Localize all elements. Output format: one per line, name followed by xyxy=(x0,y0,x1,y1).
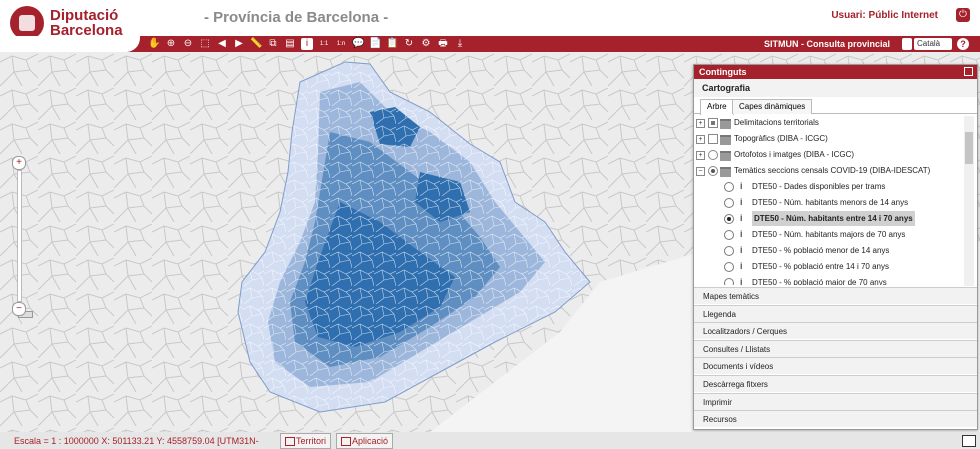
layers-icon[interactable]: ▤ xyxy=(284,38,296,50)
map-tools: ✋ ⊕ ⊖ ⬚ ◀ ▶ 📏 ⧉ ▤ i 1:1 1:n 💬 📄 📋 ↻ ⚙ 🖶 ⤓ xyxy=(148,38,466,50)
accordion-imprimir[interactable]: Imprimir xyxy=(694,392,977,410)
window-icon[interactable] xyxy=(962,435,976,447)
help-icon[interactable]: ? xyxy=(957,38,969,50)
zoom-box-icon[interactable]: ⬚ xyxy=(199,38,211,50)
tab-bar: Arbre Capes dinàmiques xyxy=(694,97,977,115)
group-checkbox[interactable] xyxy=(708,118,718,128)
folder-icon xyxy=(720,167,731,177)
folder-icon xyxy=(720,119,731,129)
language-select[interactable]: Català xyxy=(914,38,952,50)
header: Diputació Barcelona - Província de Barce… xyxy=(0,0,980,40)
section-title: Cartografia xyxy=(694,79,977,97)
expander-icon[interactable]: − xyxy=(696,167,705,176)
tree-group-label: Temàtics seccions censals COVID-19 (DIBA… xyxy=(734,166,931,175)
zoom-slider[interactable] xyxy=(17,170,33,318)
power-icon[interactable]: ⏻ xyxy=(956,8,970,22)
layer-radio[interactable] xyxy=(724,230,734,240)
zoom-in-button[interactable]: + xyxy=(12,156,26,170)
panel-header: Continguts xyxy=(694,65,977,79)
layer-radio[interactable] xyxy=(724,214,734,224)
folder-icon xyxy=(720,151,731,161)
settings-icon[interactable]: ⚙ xyxy=(420,38,432,50)
scale-n-icon[interactable]: 1:n xyxy=(335,38,347,50)
aplicacio-button[interactable]: Aplicació xyxy=(336,433,394,449)
app-name: SITMUN - Consulta provincial xyxy=(764,39,891,49)
layer-info-icon[interactable]: i xyxy=(740,243,743,258)
language-icon xyxy=(902,38,912,50)
contents-panel: Continguts Cartografia Arbre Capes dinàm… xyxy=(693,64,978,430)
zoom-out-icon[interactable]: ⊖ xyxy=(182,38,194,50)
layer-radio[interactable] xyxy=(724,182,734,192)
brand-line-1: Diputació xyxy=(50,7,119,24)
diputacio-logo[interactable] xyxy=(10,6,44,40)
layer-info-icon[interactable]: i xyxy=(740,259,743,274)
toolbar-left-curve xyxy=(0,36,140,52)
territori-button[interactable]: Territori xyxy=(280,433,332,449)
measure-ruler-icon[interactable]: 📏 xyxy=(250,38,262,50)
print-icon[interactable]: 🖶 xyxy=(437,38,449,50)
layer-radio[interactable] xyxy=(724,262,734,272)
zoom-next-icon[interactable]: ▶ xyxy=(233,38,245,50)
zoom-in-icon[interactable]: ⊕ xyxy=(165,38,177,50)
zoom-out-button[interactable]: − xyxy=(12,302,26,316)
layer-label: DTE50 - Dades disponibles per trams xyxy=(752,182,886,191)
layer-label: DTE50 - % població major de 70 anys xyxy=(752,278,887,285)
accordion-desc-rrega-fitxers[interactable]: Descàrrega fitxers xyxy=(694,375,977,392)
expander-icon[interactable]: + xyxy=(696,151,705,160)
layer-radio[interactable] xyxy=(724,198,734,208)
pan-hand-icon[interactable]: ✋ xyxy=(148,38,160,50)
accordion-localitzadors-cerques[interactable]: Localitzadors / Cerques xyxy=(694,322,977,340)
toolbar: ✋ ⊕ ⊖ ⬚ ◀ ▶ 📏 ⧉ ▤ i 1:1 1:n 💬 📄 📋 ↻ ⚙ 🖶 ⤓ SITMUN - Consult… xyxy=(0,36,980,52)
layer-label: DTE50 - Núm. habitants majors de 70 anys xyxy=(752,230,906,239)
group-checkbox[interactable] xyxy=(708,134,718,144)
panel-title: Continguts xyxy=(699,67,747,77)
info-icon[interactable]: i xyxy=(301,38,313,50)
layer-info-icon[interactable]: i xyxy=(740,211,743,226)
layer-label: DTE50 - Núm. habitants menors de 14 anys xyxy=(752,198,909,207)
scale-1-1-icon[interactable]: 1:1 xyxy=(318,38,330,50)
tree-scrollbar[interactable] xyxy=(964,116,974,286)
group-radio[interactable] xyxy=(708,166,718,176)
copy-icon[interactable]: ⧉ xyxy=(267,38,279,50)
folder-icon xyxy=(720,135,731,145)
layer-info-icon[interactable]: i xyxy=(740,227,743,242)
group-radio[interactable] xyxy=(708,150,718,160)
zoom-prev-icon[interactable]: ◀ xyxy=(216,38,228,50)
export-icon[interactable]: 📋 xyxy=(386,38,398,50)
accordion-documents-i-v-deos[interactable]: Documents i vídeos xyxy=(694,357,977,375)
user-label: Usuari: Públic Internet xyxy=(831,10,938,21)
scale-coordinates: Escala = 1 : 1000000 X: 501133.21 Y: 455… xyxy=(14,436,259,446)
layer-info-icon[interactable]: i xyxy=(740,195,743,210)
minimize-icon[interactable] xyxy=(964,67,973,76)
status-bar: Escala = 1 : 1000000 X: 501133.21 Y: 455… xyxy=(0,432,980,449)
tree-group-label: Topogràfics (DIBA - ICGC) xyxy=(734,134,828,143)
report-icon[interactable]: 📄 xyxy=(369,38,381,50)
refresh-icon[interactable]: ↻ xyxy=(403,38,415,50)
expander-icon[interactable]: + xyxy=(696,135,705,144)
expander-icon[interactable]: + xyxy=(696,119,705,128)
layer-tree: + Delimitacions territorials + Topogràfics … xyxy=(694,115,962,285)
download-icon[interactable]: ⤓ xyxy=(454,38,466,50)
tree-group-label: Delimitacions territorials xyxy=(734,118,819,127)
page-title: - Província de Barcelona - xyxy=(204,9,389,26)
brand-name: Diputació Barcelona xyxy=(50,8,123,38)
layer-label: DTE50 - Núm. habitants entre 14 i 70 any… xyxy=(752,211,915,226)
tab-capes-dinamiques[interactable]: Capes dinàmiques xyxy=(732,99,813,114)
tree-scrollbar-thumb[interactable] xyxy=(965,132,973,164)
layer-info-icon[interactable]: i xyxy=(740,275,743,285)
layer-label: DTE50 - % població entre 14 i 70 anys xyxy=(752,262,889,271)
accordion-mapes-tem-tics[interactable]: Mapes temàtics xyxy=(694,287,977,304)
layer-radio[interactable] xyxy=(724,278,734,285)
tab-arbre[interactable]: Arbre xyxy=(700,99,734,115)
layer-info-icon[interactable]: i xyxy=(740,179,743,194)
accordion-recursos[interactable]: Recursos xyxy=(694,410,977,428)
accordion-consultes-llistats[interactable]: Consultes / Llistats xyxy=(694,339,977,357)
layer-radio[interactable] xyxy=(724,246,734,256)
tree-group-label: Ortofotos i imatges (DIBA - ICGC) xyxy=(734,150,855,159)
accordion-llegenda[interactable]: Llegenda xyxy=(694,304,977,322)
layer-label: DTE50 - % població menor de 14 anys xyxy=(752,246,890,255)
zoom-control: + − xyxy=(12,156,33,318)
comment-icon[interactable]: 💬 xyxy=(352,38,364,50)
